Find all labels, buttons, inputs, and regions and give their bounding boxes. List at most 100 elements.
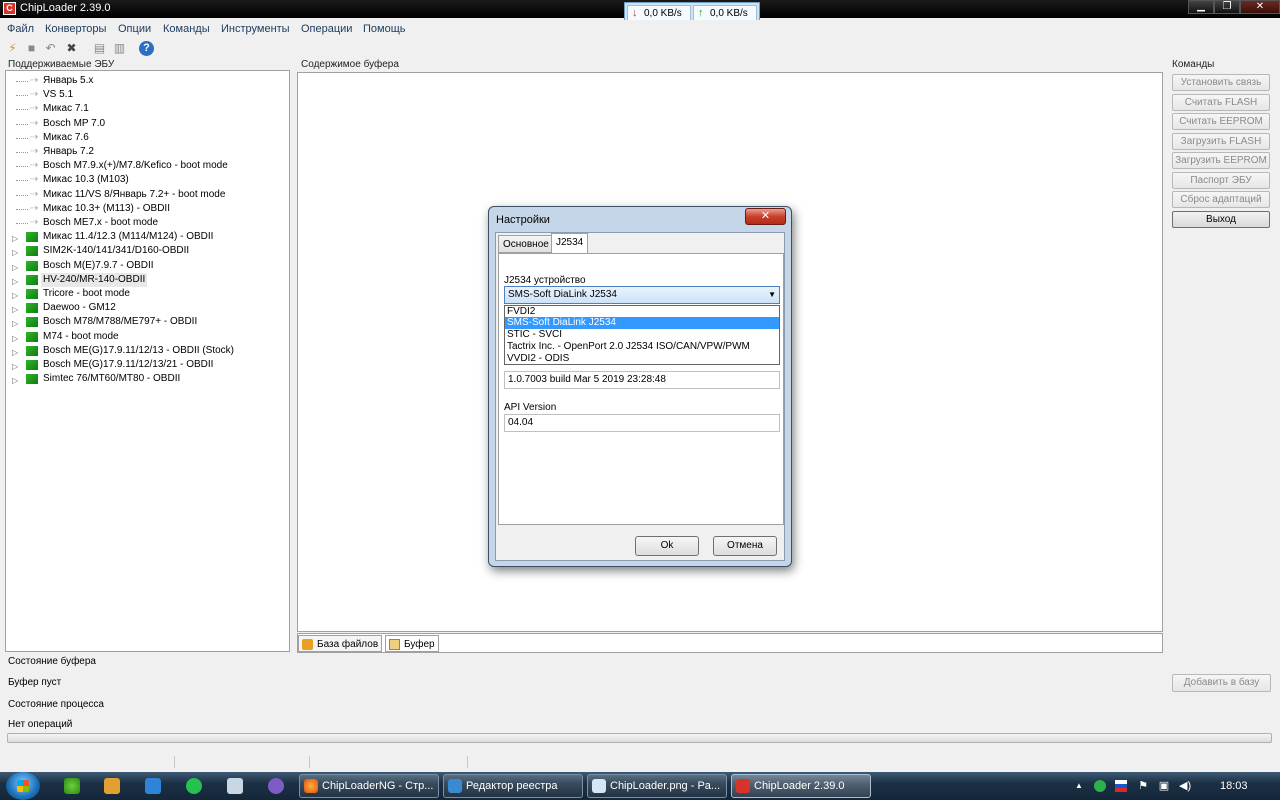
expand-icon[interactable]: ▷ <box>12 261 18 275</box>
security-icon[interactable] <box>1094 780 1106 792</box>
stop-icon[interactable]: ■ <box>24 41 39 56</box>
tree-item-label: Микас 10.3 (M103) <box>43 174 129 186</box>
close-button[interactable]: ✕ <box>1240 0 1280 14</box>
device-option[interactable]: SMS-Soft DiaLink J2534 <box>505 317 779 329</box>
task-chiploader[interactable]: ChipLoader 2.39.0 <box>731 774 871 798</box>
buffer-panel-label: Содержимое буфера <box>301 59 399 70</box>
expand-icon[interactable]: ▷ <box>12 332 18 346</box>
messenger-icon[interactable] <box>145 778 161 794</box>
tray-expand-icon[interactable]: ▲ <box>1073 780 1085 792</box>
regedit-icon <box>448 779 462 793</box>
pinned-app-icon[interactable] <box>64 778 80 794</box>
add-to-base-button[interactable]: Добавить в базу <box>1172 674 1271 692</box>
device-select-value: SMS-Soft DiaLink J2534 <box>508 289 617 300</box>
ecu-leaf-icon: ⇢ <box>30 202 39 214</box>
tab-file-base[interactable]: База файлов <box>298 635 383 652</box>
tools-icon[interactable]: ✖ <box>64 41 79 56</box>
ecu-leaf-icon: ⇢ <box>30 174 39 186</box>
tree-item-label: Bosch ME(G)17.9.11/12/13 - OBDII (Stock) <box>43 344 234 356</box>
dialog-close-button[interactable]: ✕ <box>745 208 786 225</box>
dialog-title: Настройки <box>496 214 550 226</box>
menu-operations[interactable]: Операции <box>301 23 352 35</box>
tab-buffer[interactable]: Буфер <box>385 635 439 652</box>
expand-icon[interactable]: ▷ <box>12 246 18 260</box>
menu-bar: Файл Конверторы Опции Команды Инструмент… <box>0 20 1280 38</box>
ecu-group-icon <box>26 374 38 385</box>
ecu-leaf-icon: ⇢ <box>30 188 39 200</box>
maximize-button[interactable]: ❐ <box>1214 0 1240 14</box>
network-icon[interactable]: ▣ <box>1158 780 1170 792</box>
tree-connector <box>16 109 28 111</box>
command-button[interactable]: Загрузить EEPROM <box>1172 152 1270 169</box>
tree-item-label: M74 - boot mode <box>43 330 119 342</box>
undo-icon[interactable]: ↶ <box>43 41 58 56</box>
expand-icon[interactable]: ▷ <box>12 289 18 303</box>
expand-icon[interactable]: ▷ <box>12 346 18 360</box>
ecu-group-icon <box>26 303 38 314</box>
command-button[interactable]: Паспорт ЭБУ <box>1172 171 1270 189</box>
clock[interactable]: 18:03 <box>1220 780 1248 792</box>
device-option[interactable]: Tactrix Inc. - OpenPort 2.0 J2534 ISO/CA… <box>505 341 779 353</box>
task-registry-editor[interactable]: Редактор реестра <box>443 774 583 798</box>
tree-connector <box>16 208 28 210</box>
action-center-icon[interactable]: ⚑ <box>1137 780 1149 792</box>
ecu-tree[interactable]: ⇢ Январь 5.x ⇢ VS 5.1 ⇢ Микас 7.1 ⇢ Bosch MP 7.… <box>5 70 290 652</box>
expand-icon[interactable]: ▷ <box>12 317 18 331</box>
expand-icon[interactable]: ▷ <box>12 360 18 374</box>
task-paint[interactable]: ChipLoader.png - Pa... <box>587 774 727 798</box>
menu-help[interactable]: Помощь <box>363 23 406 35</box>
menu-converters[interactable]: Конверторы <box>45 23 106 35</box>
expand-icon[interactable]: ▷ <box>12 275 18 289</box>
read-icon[interactable]: ▤ <box>92 41 107 56</box>
menu-file[interactable]: Файл <box>7 23 34 35</box>
menu-options[interactable]: Опции <box>118 23 151 35</box>
toolbar: ⚡ ■ ↶ ✖ ▤ ▥ ? <box>0 39 1280 59</box>
tab-j2534[interactable]: J2534 <box>551 233 589 254</box>
connect-icon[interactable]: ⚡ <box>5 41 20 56</box>
ok-button[interactable]: Ok <box>635 536 699 556</box>
device-option[interactable]: VVDI2 - ODIS <box>505 353 779 365</box>
ecu-leaf-icon: ⇢ <box>30 75 39 86</box>
tree-item-label: Микас 7.1 <box>43 103 89 115</box>
tree-item-label: Bosch MP 7.0 <box>43 117 106 129</box>
expand-icon[interactable]: ▷ <box>12 303 18 317</box>
status-cell <box>310 756 468 768</box>
tree-item-label: Микас 10.3+ (M113) - OBDII <box>43 202 170 214</box>
calculator-icon[interactable] <box>227 778 243 794</box>
volume-icon[interactable]: ◀) <box>1179 780 1191 792</box>
viber-icon[interactable] <box>268 778 284 794</box>
start-button[interactable] <box>6 772 40 800</box>
tree-connector <box>16 223 28 224</box>
device-option[interactable]: STIC - SVCI <box>505 329 779 341</box>
menu-commands[interactable]: Команды <box>163 23 210 35</box>
api-version-field[interactable]: 04.04 <box>504 414 780 432</box>
mail-icon[interactable] <box>104 778 120 794</box>
minimize-button[interactable]: ▁ <box>1188 0 1214 14</box>
tree-item-label: VS 5.1 <box>43 89 74 101</box>
command-button[interactable]: Выход <box>1172 210 1270 228</box>
command-button[interactable]: Считать EEPROM <box>1172 113 1270 130</box>
version-field[interactable]: 1.0.7003 build Mar 5 2019 23:28:48 <box>504 371 780 389</box>
windows-logo-icon <box>17 780 29 792</box>
tab-general[interactable]: Основное <box>498 235 554 253</box>
device-select[interactable]: SMS-Soft DiaLink J2534 ▼ <box>504 286 780 304</box>
upload-speed-value: 0,0 KB/s <box>710 8 748 19</box>
device-label: J2534 устройство <box>504 275 586 286</box>
language-flag-icon[interactable] <box>1115 780 1127 792</box>
command-button[interactable]: Установить связь <box>1172 74 1270 91</box>
task-chiploaderng[interactable]: ChipLoaderNG - Стр... <box>299 774 439 798</box>
database-icon <box>302 639 313 650</box>
expand-icon[interactable]: ▷ <box>12 374 18 388</box>
tree-connector <box>16 194 28 196</box>
expand-icon[interactable]: ▷ <box>12 232 18 246</box>
write-icon[interactable]: ▥ <box>112 41 127 56</box>
menu-tools[interactable]: Инструменты <box>221 23 290 35</box>
command-button[interactable]: Сброс адаптаций <box>1172 191 1270 208</box>
command-button[interactable]: Загрузить FLASH <box>1172 132 1270 150</box>
taskbar: ChipLoaderNG - Стр... Редактор реестра C… <box>0 772 1280 800</box>
help-icon[interactable]: ? <box>139 41 154 56</box>
command-button[interactable]: Считать FLASH <box>1172 93 1270 111</box>
ecu-leaf-icon: ⇢ <box>30 117 39 129</box>
cancel-button[interactable]: Отмена <box>713 536 777 556</box>
whatsapp-icon[interactable] <box>186 778 202 794</box>
